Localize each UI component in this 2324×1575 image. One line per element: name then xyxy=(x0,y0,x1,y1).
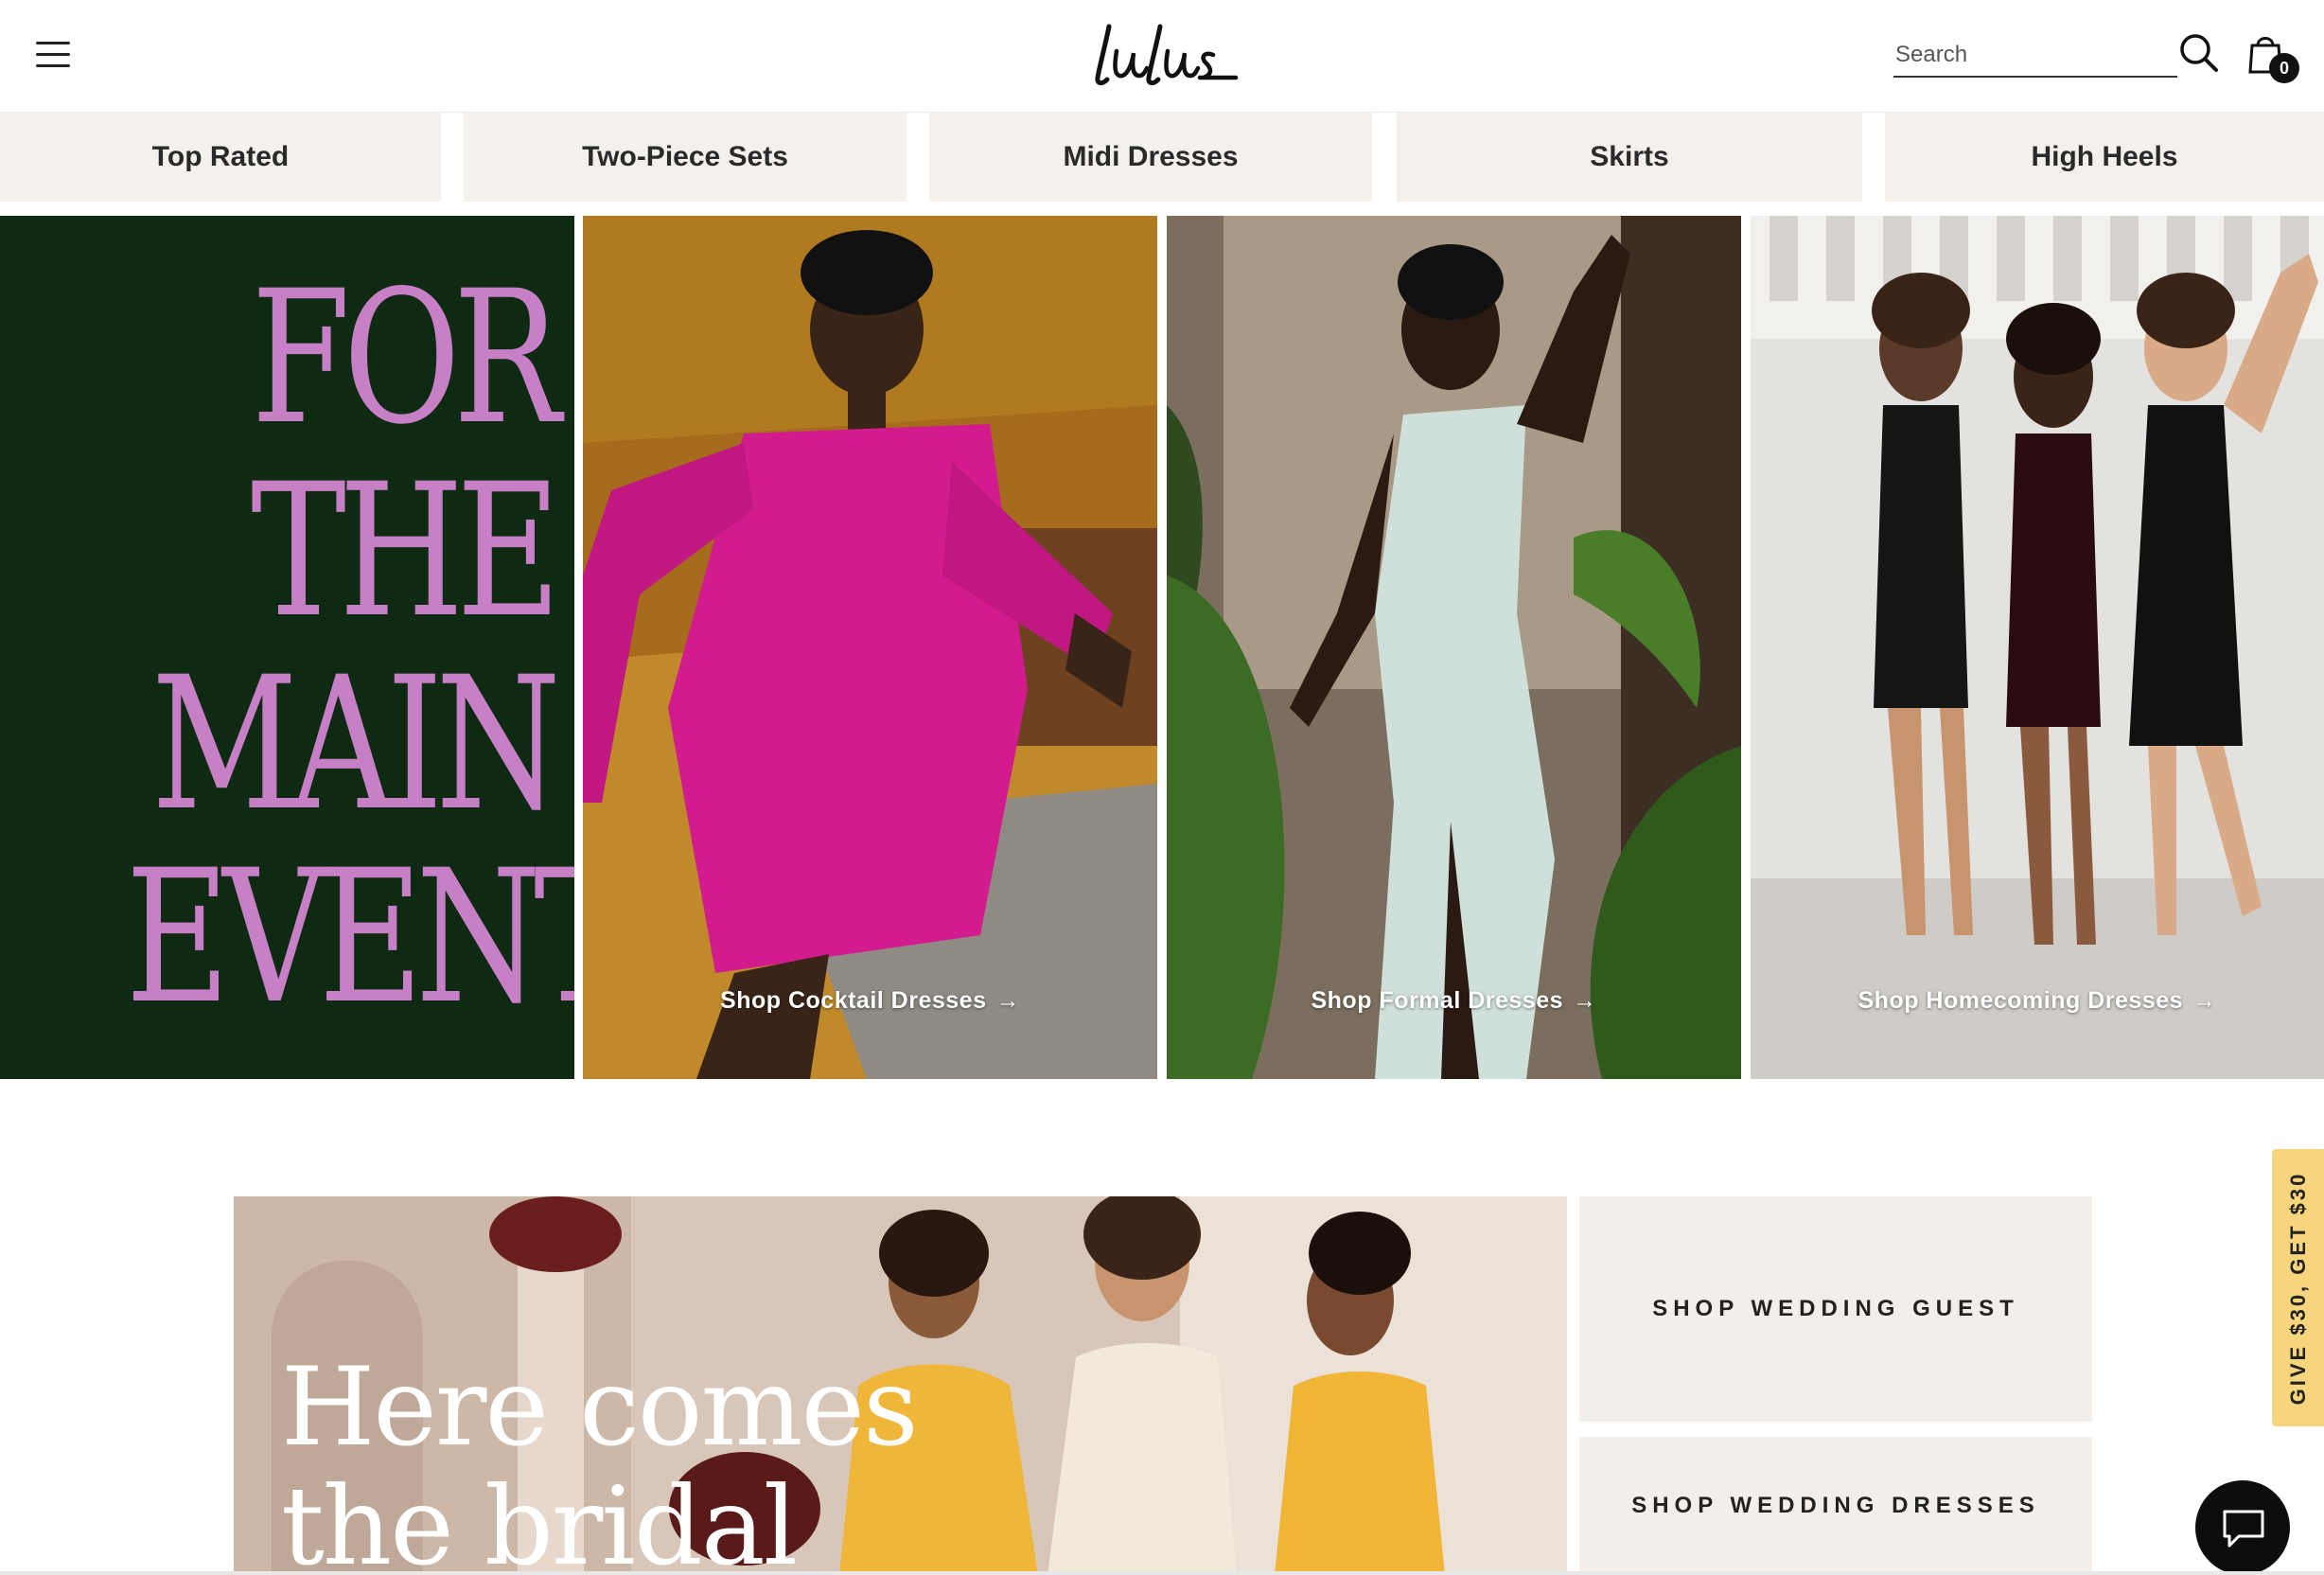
bridal-banner[interactable]: Here comes the bridal xyxy=(234,1196,1567,1575)
arrow-right-icon: → xyxy=(995,987,1020,1014)
search-input[interactable] xyxy=(1893,36,2177,74)
category-skirts[interactable]: Skirts xyxy=(1397,113,1862,202)
category-top-rated[interactable]: Top Rated xyxy=(0,113,441,202)
category-strip: Top Rated Two-Piece Sets Midi Dresses Sk… xyxy=(0,113,2324,202)
cocktail-dress-photo xyxy=(583,216,1157,1079)
formal-dresses-tile[interactable]: Shop Formal Dresses → xyxy=(1167,216,1741,1079)
referral-tab[interactable]: GIVE $30, GET $30 xyxy=(2272,1149,2324,1426)
shop-wedding-guest-link[interactable]: SHOP WEDDING GUEST xyxy=(1579,1196,2092,1422)
homecoming-dress-photo xyxy=(1751,216,2324,1079)
arrow-right-icon: → xyxy=(1573,987,1597,1014)
referral-label: GIVE $30, GET $30 xyxy=(2285,1171,2310,1405)
chat-button[interactable] xyxy=(2195,1480,2290,1575)
category-midi-dresses[interactable]: Midi Dresses xyxy=(929,113,1372,202)
arrow-right-icon: → xyxy=(2192,987,2217,1014)
search-icon[interactable] xyxy=(2178,32,2220,74)
hero-section: FOR THE MAIN EVENT Shop Cocktail Dresses… xyxy=(0,216,2324,1079)
hero-headline-panel: FOR THE MAIN EVENT xyxy=(0,216,574,1079)
shop-homecoming-dresses-link[interactable]: Shop Homecoming Dresses → xyxy=(1751,987,2324,1015)
bridal-headline: Here comes the bridal xyxy=(281,1344,919,1575)
chat-icon xyxy=(2223,1510,2264,1548)
category-two-piece-sets[interactable]: Two-Piece Sets xyxy=(464,113,907,202)
hamburger-menu-icon[interactable] xyxy=(34,38,72,72)
lulus-logo[interactable] xyxy=(1088,19,1240,91)
homecoming-dresses-tile[interactable]: Shop Homecoming Dresses → xyxy=(1751,216,2324,1079)
search-field xyxy=(1893,34,2177,78)
page-divider xyxy=(0,1571,2324,1575)
cocktail-dresses-tile[interactable]: Shop Cocktail Dresses → xyxy=(583,216,1157,1079)
shop-formal-dresses-link[interactable]: Shop Formal Dresses → xyxy=(1167,987,1741,1015)
category-high-heels[interactable]: High Heels xyxy=(1885,113,2324,202)
cart-count-badge: 0 xyxy=(2269,53,2299,83)
shop-wedding-dresses-link[interactable]: SHOP WEDDING DRESSES xyxy=(1579,1437,2092,1575)
formal-dress-photo xyxy=(1167,216,1741,1079)
shop-cocktail-dresses-link[interactable]: Shop Cocktail Dresses → xyxy=(583,987,1157,1015)
hero-headline: FOR THE MAIN EVENT xyxy=(125,251,574,1044)
site-header: 0 xyxy=(0,0,2324,113)
